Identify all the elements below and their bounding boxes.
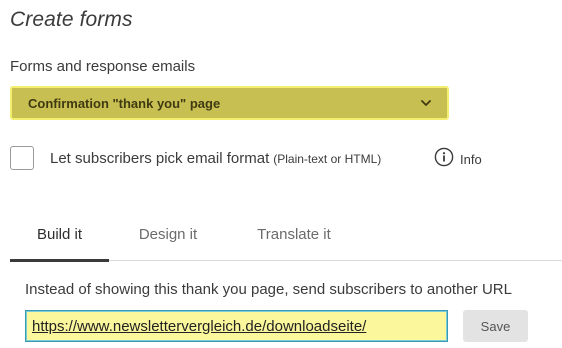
create-forms-page: Create forms Forms and response emails C…: [0, 0, 562, 348]
tab-design-it[interactable]: Design it: [118, 215, 218, 261]
info-link[interactable]: Info: [434, 147, 482, 172]
redirect-url-input[interactable]: [25, 310, 448, 342]
form-type-select[interactable]: Confirmation "thank you" page: [10, 86, 449, 120]
chevron-down-icon: [421, 98, 431, 108]
email-format-sublabel: (Plain-text or HTML): [273, 151, 382, 166]
redirect-url-label: Instead of showing this thank you page, …: [25, 281, 512, 298]
email-format-checkbox[interactable]: [10, 146, 34, 170]
email-format-row: Let subscribers pick email format (Plain-…: [10, 146, 381, 170]
email-format-label: Let subscribers pick email format (Plain-…: [50, 150, 381, 167]
page-title: Create forms: [10, 8, 133, 31]
info-label: Info: [460, 152, 482, 167]
save-button[interactable]: Save: [463, 310, 528, 342]
builder-tabs: Build it Design it Translate it: [10, 215, 562, 262]
form-type-selected-value: Confirmation "thank you" page: [28, 95, 221, 111]
info-icon: [434, 147, 454, 172]
email-format-label-text: Let subscribers pick email format: [50, 149, 270, 167]
tab-translate-it[interactable]: Translate it: [235, 215, 353, 261]
forms-section-label: Forms and response emails: [10, 58, 196, 75]
tab-build-it[interactable]: Build it: [10, 215, 109, 262]
